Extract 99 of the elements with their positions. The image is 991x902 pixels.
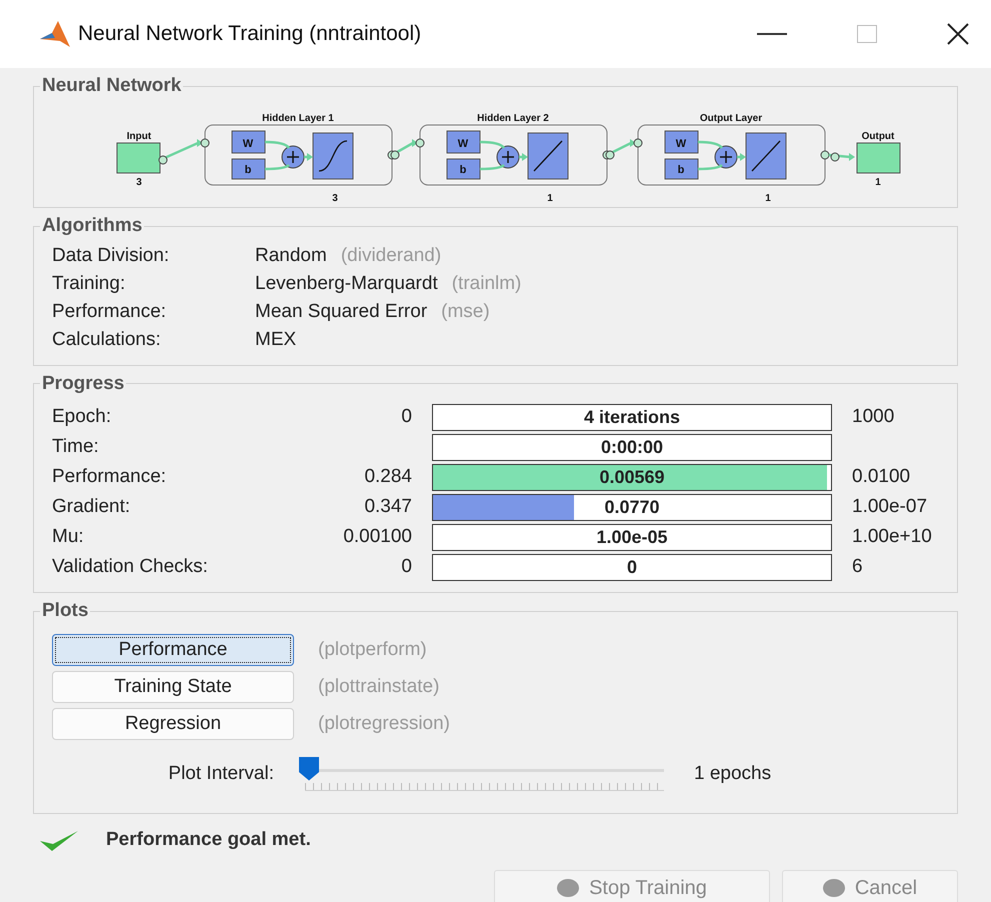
start-value: 0 — [400, 404, 412, 429]
input-size: 3 — [136, 176, 142, 188]
end-value: 1000 — [852, 404, 894, 429]
close-icon[interactable] — [947, 23, 969, 45]
start-value: 0.00100 — [342, 524, 412, 549]
layer-wiring — [478, 140, 506, 170]
output-label: Output — [862, 130, 894, 142]
stop-icon — [557, 878, 580, 896]
bias-block — [232, 158, 266, 179]
progress-value: 1.00e-05 — [596, 526, 668, 548]
cancel-icon — [822, 878, 845, 896]
progress-value: 4 iterations — [584, 406, 680, 428]
start-value: 0.284 — [363, 464, 412, 489]
input-block — [116, 142, 160, 173]
slider-thumb[interactable] — [299, 756, 319, 780]
sigmoid-curve-icon — [318, 140, 348, 172]
weight-block — [664, 130, 698, 153]
end-value: 1.00e-07 — [852, 494, 928, 519]
field-label: Data Division: — [52, 244, 170, 268]
layer-size: 1 — [765, 192, 771, 204]
weight-label: W — [458, 138, 468, 150]
field-value: MEX — [255, 328, 296, 352]
layer-wiring — [696, 140, 724, 170]
end-value: 1.00e+10 — [852, 524, 932, 549]
transfer-block — [312, 132, 354, 179]
sum-icon — [496, 145, 520, 168]
plot-interval-slider[interactable] — [299, 756, 664, 792]
transfer-block — [528, 132, 568, 179]
function-name: (mse) — [441, 300, 490, 324]
layer-title: Hidden Layer 2 — [477, 112, 549, 124]
weight-label: W — [676, 138, 686, 150]
layer-size: 1 — [547, 192, 553, 204]
sum-icon — [282, 145, 304, 168]
junction-node — [830, 152, 840, 161]
connector — [519, 152, 528, 160]
bias-block — [446, 158, 480, 179]
panel-title: Progress — [41, 372, 126, 396]
progress-value: 0 — [626, 556, 637, 578]
layer-title: Output Layer — [700, 112, 762, 124]
plot-button[interactable]: Regression — [52, 708, 294, 740]
weight-label: W — [242, 138, 254, 150]
connector — [828, 152, 855, 160]
field-value: Mean Squared Error — [255, 300, 428, 324]
end-value: 0.0100 — [852, 464, 910, 489]
junction-node — [820, 150, 830, 159]
field-label: Mu: — [52, 524, 85, 549]
plot-button[interactable]: Training State — [52, 671, 294, 703]
progress-value: 0.00569 — [599, 466, 665, 488]
field-label: Time: — [52, 434, 100, 459]
output-size: 1 — [875, 176, 881, 188]
status-message: Performance goal met. — [106, 828, 311, 852]
field-value: Random — [255, 244, 327, 268]
field-label: Gradient: — [52, 494, 132, 519]
junction-node — [416, 138, 424, 147]
plot-button[interactable]: Performance — [52, 634, 294, 666]
function-name: (trainlm) — [452, 272, 522, 296]
junction-node — [158, 155, 168, 164]
start-value: 0 — [400, 554, 412, 579]
linear-function-icon — [534, 140, 562, 171]
bias-block — [664, 158, 698, 179]
layer-wiring — [264, 140, 290, 170]
field-label: Calculations: — [52, 328, 162, 352]
field-label: Performance: — [52, 300, 168, 324]
layer-title: Hidden Layer 1 — [262, 112, 334, 124]
progress-value: 0.0770 — [604, 496, 660, 518]
input-label: Input — [126, 130, 152, 142]
app-logo-icon — [40, 21, 70, 47]
panel-title: Neural Network — [41, 74, 182, 98]
sum-icon — [714, 145, 738, 168]
field-label: Epoch: — [52, 404, 112, 429]
progress-value: 0:00:00 — [600, 436, 664, 458]
panel-title: Algorithms — [41, 214, 144, 238]
bias-label: b — [460, 164, 466, 176]
field-label: Training: — [52, 272, 126, 296]
layer-size: 3 — [332, 192, 338, 204]
panel-title: Plots — [41, 599, 90, 623]
function-name: (plotregression) — [318, 712, 450, 736]
start-value: 0.347 — [363, 494, 412, 519]
connector — [304, 152, 313, 160]
junction-node — [634, 138, 642, 147]
weight-block — [232, 130, 266, 153]
junction-node — [200, 138, 210, 147]
field-label: Performance: — [52, 464, 168, 489]
interval-value: 1 epochs — [694, 762, 772, 786]
function-name: (plotperform) — [318, 638, 427, 662]
weight-block — [446, 130, 480, 153]
output-block — [856, 142, 900, 173]
field-label: Plot Interval: — [167, 762, 274, 786]
end-value: 6 — [852, 554, 863, 579]
function-name: (plottrainstate) — [318, 674, 440, 699]
field-label: Validation Checks: — [52, 554, 209, 579]
field-value: Levenberg-Marquardt — [255, 272, 438, 296]
transfer-block — [746, 132, 786, 179]
window-title: Neural Network Training (nntraintool) — [78, 21, 422, 48]
bias-label: b — [244, 164, 252, 176]
function-name: (dividerand) — [340, 244, 442, 268]
connector — [737, 152, 746, 160]
bias-label: b — [678, 164, 684, 176]
linear-function-icon — [752, 140, 780, 171]
